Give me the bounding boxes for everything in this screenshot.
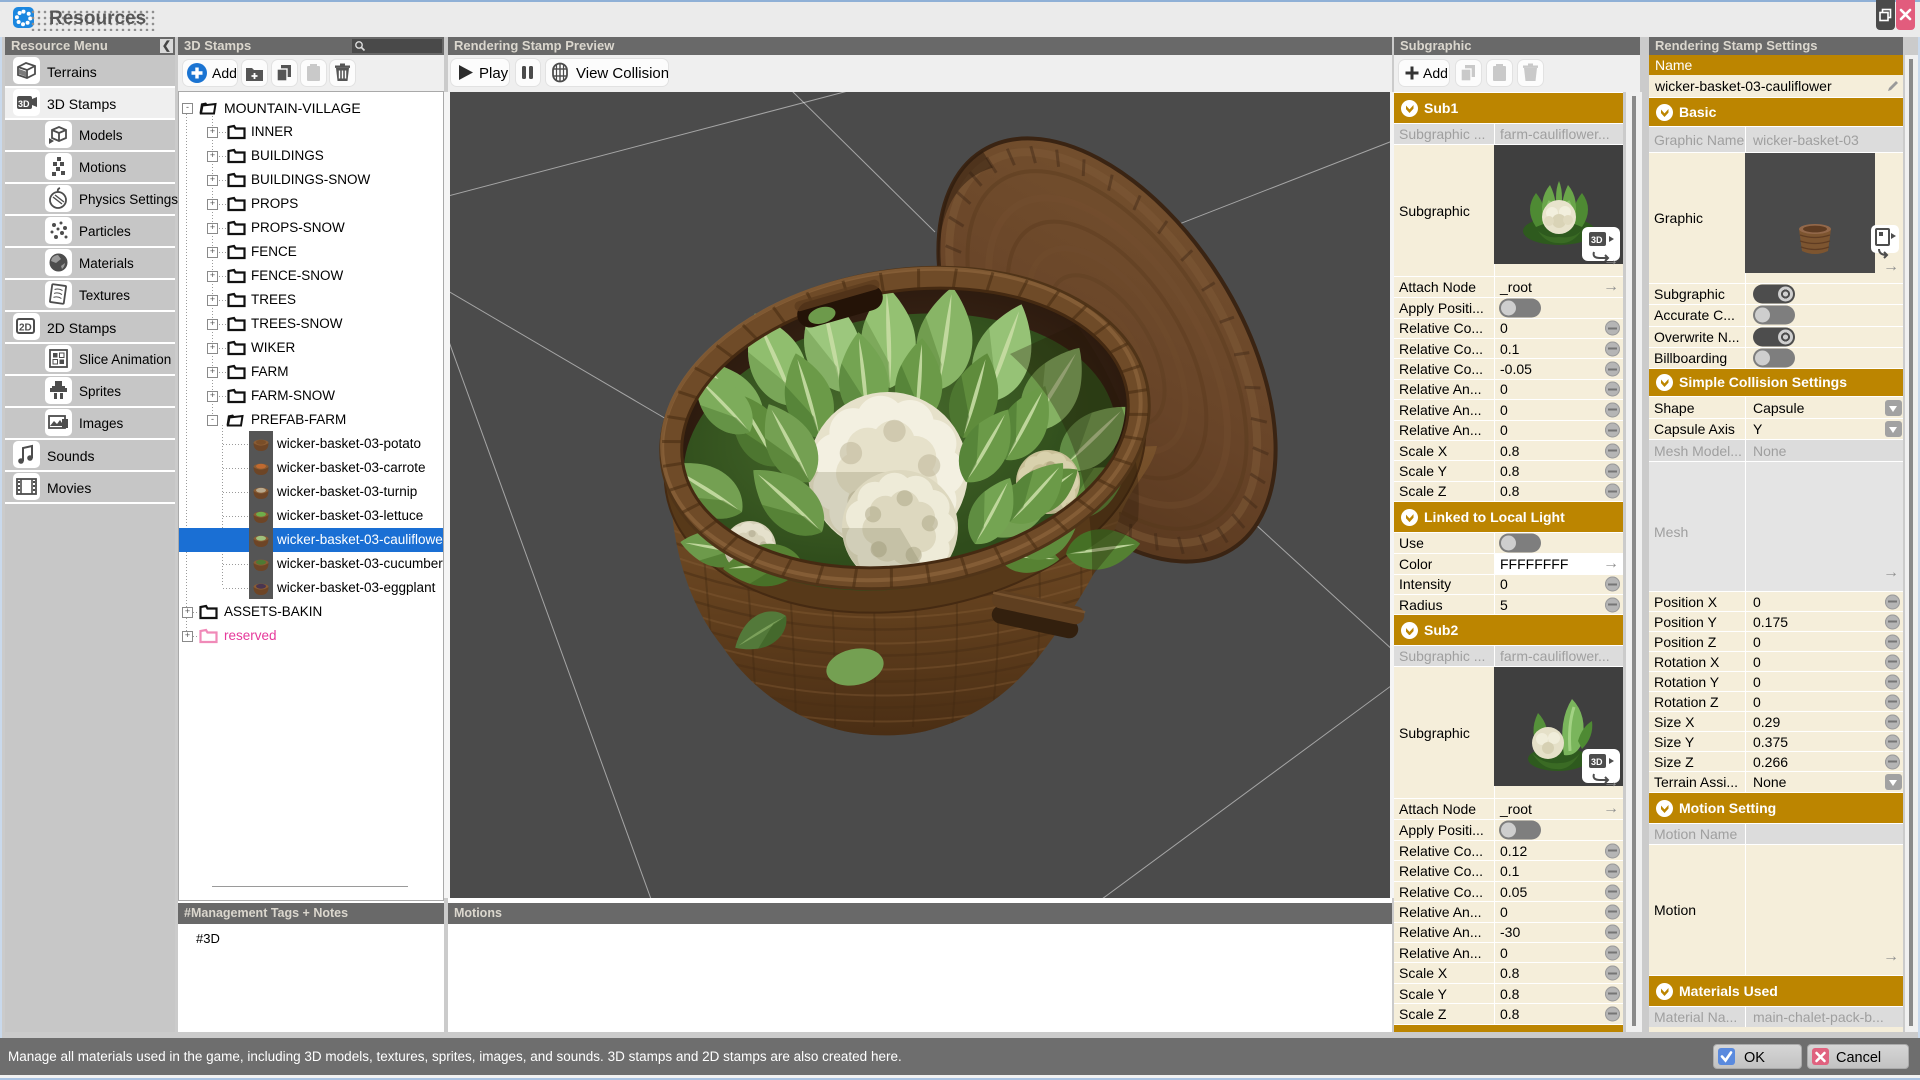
svg-text:2D: 2D bbox=[19, 323, 32, 334]
svg-text:View Collision: View Collision bbox=[576, 65, 668, 82]
svg-text:Add: Add bbox=[1423, 65, 1448, 81]
svg-text:Add: Add bbox=[212, 65, 237, 81]
svg-text:Cancel: Cancel bbox=[1836, 1050, 1881, 1066]
svg-text:3D: 3D bbox=[1591, 757, 1603, 767]
svg-text:Play: Play bbox=[479, 65, 509, 82]
svg-text:3D: 3D bbox=[1591, 235, 1603, 245]
svg-text:3D: 3D bbox=[18, 99, 30, 109]
svg-text:OK: OK bbox=[1744, 1050, 1765, 1066]
